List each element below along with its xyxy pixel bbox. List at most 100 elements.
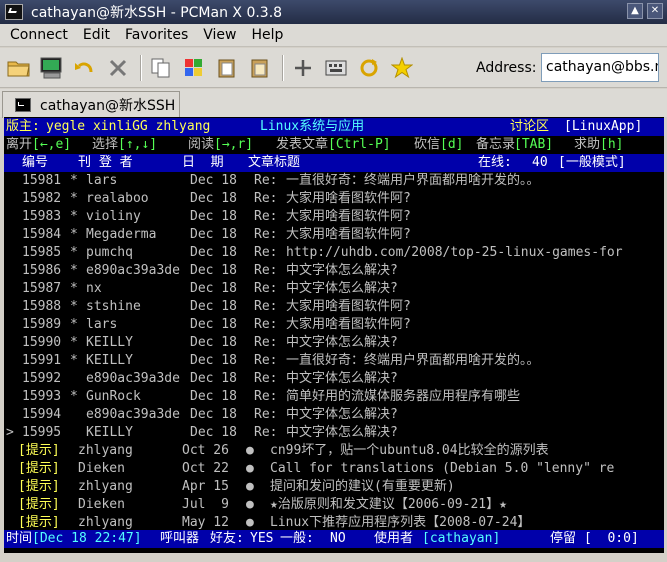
- terminal-icon[interactable]: [38, 54, 66, 82]
- paste-file-icon[interactable]: [246, 54, 274, 82]
- post-mark: *: [70, 335, 78, 350]
- keyboard-icon[interactable]: [322, 54, 350, 82]
- terminal-screen[interactable]: 版主: yegle xinliGG zhlyang Linux系统与应用 讨论区…: [4, 117, 664, 553]
- notice-row[interactable]: [提示] Dieken Jul 9 ● ★治版原则和发文建议【2006-09-21】★: [4, 496, 664, 514]
- notice-title: ★治版原则和发文建议【2006-09-21】★: [270, 497, 507, 512]
- post-title: 一直很好奇：终端用户界面都用啥开发的。。: [286, 173, 540, 188]
- close-icon[interactable]: [104, 54, 132, 82]
- post-num: 15985: [22, 245, 62, 260]
- menu-help[interactable]: Help: [247, 27, 289, 43]
- post-author: stshine: [86, 299, 141, 314]
- post-author: KEILLY: [86, 425, 133, 440]
- post-row[interactable]: 15989 * lars Dec 18 Re: 大家用啥看图软件阿?: [4, 316, 664, 334]
- post-mark: *: [70, 317, 78, 332]
- star-icon[interactable]: [388, 54, 416, 82]
- moderator-label: 版主:: [6, 119, 40, 134]
- tab-bar: cathayan@新水SSH: [0, 89, 667, 118]
- board-tag: [LinuxApp]: [564, 119, 643, 134]
- color-copy-icon[interactable]: [180, 54, 208, 82]
- post-author: e890ac39a3de: [86, 263, 180, 278]
- post-num: 15988: [22, 299, 62, 314]
- post-num: 15989: [22, 317, 62, 332]
- post-date: Dec 18: [190, 353, 237, 368]
- help-leave: 离开: [6, 137, 33, 152]
- post-date: Dec 18: [190, 191, 237, 206]
- help-memo-key: [TAB]: [514, 137, 554, 152]
- title-bar: cathayan@新水SSH - PCMan X 0.3.8 ▲ ✕: [0, 0, 667, 24]
- post-row[interactable]: 15986 * e890ac39a3de Dec 18 Re: 中文字体怎么解决?: [4, 262, 664, 280]
- post-row[interactable]: 15991 * KEILLY Dec 18 Re: 一直很好奇：终端用户界面都用啥开发的。…: [4, 352, 664, 370]
- post-title: 中文字体怎么解决?: [286, 371, 398, 386]
- general-value: NO: [330, 531, 346, 546]
- tab-session[interactable]: cathayan@新水SSH: [2, 91, 180, 118]
- terminal-tab-icon: [15, 98, 31, 112]
- post-row[interactable]: 15993 * GunRock Dec 18 Re: 简单好用的流媒体服务器应用程序有哪些: [4, 388, 664, 406]
- post-title: 中文字体怎么解决?: [286, 263, 398, 278]
- close-button[interactable]: ✕: [647, 3, 663, 19]
- help-cut: 砍信: [414, 137, 441, 152]
- notice-tag: [提示]: [18, 443, 60, 458]
- menu-favorites[interactable]: Favorites: [120, 27, 193, 43]
- reconnect-icon[interactable]: [71, 54, 99, 82]
- copy-icon[interactable]: [147, 54, 175, 82]
- col-title: 文章标题: [248, 155, 301, 170]
- post-row[interactable]: 15988 * stshine Dec 18 Re: 大家用啥看图软件阿?: [4, 298, 664, 316]
- help-leave-key: [←,e]: [32, 137, 72, 152]
- notice-row[interactable]: [提示] zhlyang Oct 26 ● cn99坏了，贴一个ubuntu8.04比较…: [4, 442, 664, 460]
- notice-row[interactable]: [提示] zhlyang Apr 15 ● 提问和发问的建议(有重要更新): [4, 478, 664, 496]
- post-num: 15987: [22, 281, 62, 296]
- notice-author: Dieken: [78, 497, 125, 512]
- maximize-button[interactable]: ▲: [627, 3, 643, 19]
- post-author: pumchq: [86, 245, 133, 260]
- open-folder-icon[interactable]: [5, 54, 33, 82]
- help-select: 选择: [92, 137, 119, 152]
- post-row[interactable]: 15984 * Megaderma Dec 18 Re: 大家用啥看图软件阿?: [4, 226, 664, 244]
- menu-bar: Connect Edit Favorites View Help: [0, 24, 667, 47]
- post-row[interactable]: >15995 KEILLY Dec 18 Re: 中文字体怎么解决?: [4, 424, 664, 442]
- post-author: lars: [86, 173, 118, 188]
- post-num: 15994: [22, 407, 62, 422]
- notice-tag: [提示]: [18, 461, 60, 476]
- post-title: 大家用啥看图软件阿?: [286, 209, 411, 224]
- help-read-key: [→,r]: [214, 137, 254, 152]
- post-re: Re:: [254, 425, 278, 440]
- notice-row[interactable]: [提示] Dieken Oct 22 ● Call for translations (…: [4, 460, 664, 478]
- post-date: Dec 18: [190, 245, 237, 260]
- post-row[interactable]: 15987 * nx Dec 18 Re: 中文字体怎么解决?: [4, 280, 664, 298]
- post-re: Re:: [254, 281, 278, 296]
- time-label: 时间: [6, 531, 33, 546]
- caller-label: 呼叫器: [160, 531, 200, 546]
- col-author: 刊 登 者: [78, 155, 133, 170]
- terminal-app-icon: [5, 4, 23, 20]
- idle-label: 停留: [550, 531, 577, 546]
- area-label: 讨论区: [510, 119, 550, 134]
- friend-label: 好友:: [210, 531, 244, 546]
- post-title: 中文字体怎么解决?: [286, 281, 398, 296]
- notice-title: 提问和发问的建议(有重要更新): [270, 479, 455, 494]
- toolbar-separator: [140, 54, 142, 81]
- post-date: Dec 18: [190, 425, 237, 440]
- post-row[interactable]: 15990 * KEILLY Dec 18 Re: 中文字体怎么解决?: [4, 334, 664, 352]
- menu-edit[interactable]: Edit: [78, 27, 115, 43]
- paste-icon[interactable]: [213, 54, 241, 82]
- post-mark: *: [70, 173, 78, 188]
- post-author: nx: [86, 281, 102, 296]
- post-row[interactable]: 15981 * lars Dec 18 Re: 一直很好奇：终端用户界面都用啥开发的。。: [4, 172, 664, 190]
- add-icon[interactable]: [289, 54, 317, 82]
- refresh-icon[interactable]: [355, 54, 383, 82]
- post-row[interactable]: 15994 e890ac39a3de Dec 18 Re: 中文字体怎么解决?: [4, 406, 664, 424]
- address-input[interactable]: cathayan@bbs.n: [541, 53, 659, 82]
- post-author: KEILLY: [86, 335, 133, 350]
- post-date: Dec 18: [190, 389, 237, 404]
- post-row[interactable]: 15983 * violiny Dec 18 Re: 大家用啥看图软件阿?: [4, 208, 664, 226]
- post-row[interactable]: 15992 e890ac39a3de Dec 18 Re: 中文字体怎么解决?: [4, 370, 664, 388]
- post-re: Re:: [254, 389, 278, 404]
- post-num: 15982: [22, 191, 62, 206]
- post-date: Dec 18: [190, 281, 237, 296]
- post-date: Dec 18: [190, 227, 237, 242]
- menu-view[interactable]: View: [198, 27, 241, 43]
- help-memo: 备忘录: [476, 137, 516, 152]
- menu-connect[interactable]: Connect: [5, 27, 73, 43]
- post-row[interactable]: 15985 * pumchq Dec 18 Re: http://uhdb.com/200…: [4, 244, 664, 262]
- post-row[interactable]: 15982 * realaboo Dec 18 Re: 大家用啥看图软件阿?: [4, 190, 664, 208]
